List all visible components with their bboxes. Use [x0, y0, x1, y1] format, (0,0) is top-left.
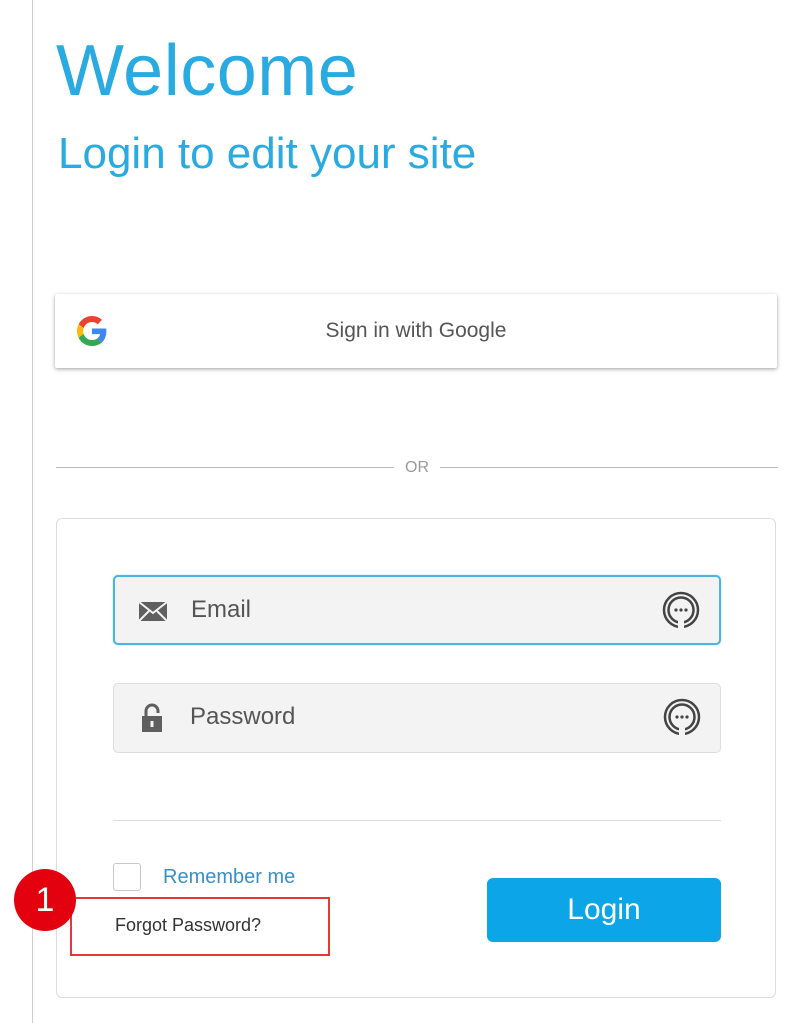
annotation-marker: 1	[14, 869, 76, 931]
divider-line-right	[440, 467, 778, 468]
remember-me-label[interactable]: Remember me	[163, 861, 295, 893]
google-signin-label: Sign in with Google	[325, 319, 507, 342]
login-form-panel: Remember me Forgot Password? Login	[56, 518, 776, 998]
remember-me: Remember me	[113, 861, 353, 891]
password-manager-icon[interactable]	[661, 590, 701, 630]
login-subtitle: Login to edit your site	[58, 129, 477, 178]
google-signin-button[interactable]: Sign in with Google	[55, 294, 777, 368]
envelope-icon	[138, 601, 168, 622]
remember-me-checkbox[interactable]	[113, 863, 141, 891]
frame-border	[32, 0, 33, 1023]
password-manager-icon[interactable]	[662, 697, 702, 737]
login-button[interactable]: Login	[487, 878, 721, 942]
divider-line-left	[56, 467, 394, 468]
forgot-password-link[interactable]: Forgot Password?	[115, 908, 329, 942]
or-text: OR	[405, 459, 429, 476]
password-input[interactable]	[190, 684, 630, 750]
or-divider: OR	[56, 453, 778, 483]
welcome-heading: Welcome	[56, 31, 359, 111]
lock-icon	[142, 703, 162, 732]
password-field[interactable]	[113, 683, 721, 753]
login-page: Welcome Login to edit your site Sign in …	[0, 0, 799, 1023]
email-field[interactable]	[113, 575, 721, 645]
form-divider	[113, 820, 721, 821]
email-input[interactable]	[191, 577, 631, 643]
